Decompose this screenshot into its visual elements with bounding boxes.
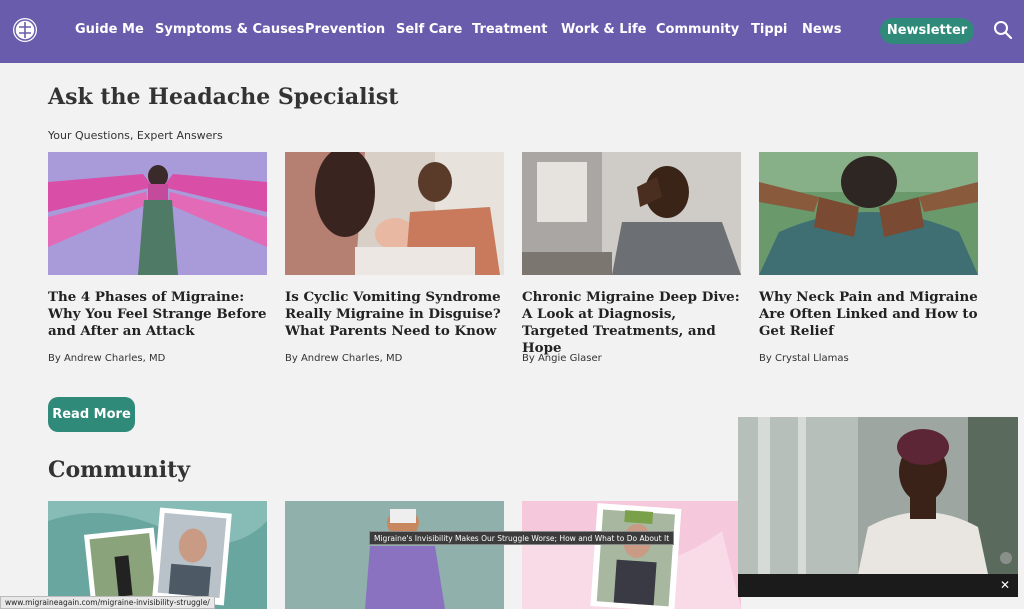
newsletter-button[interactable]: Newsletter xyxy=(880,18,974,44)
section-subtitle: Your Questions, Expert Answers xyxy=(48,129,223,142)
nav-item-tippi[interactable]: Tippi xyxy=(751,22,787,37)
card-title-migraine-phases[interactable]: The 4 Phases of Migraine: Why You Feel S… xyxy=(48,289,270,340)
floating-video-player[interactable]: ✕ xyxy=(738,417,1018,597)
nav-item-community[interactable]: Community xyxy=(656,22,739,37)
nav-item-guide-me[interactable]: Guide Me xyxy=(75,22,144,37)
link-tooltip: Migraine's Invisibility Makes Our Strugg… xyxy=(369,531,675,545)
read-more-button[interactable]: Read More xyxy=(48,397,135,432)
card-author: By Crystal Llamas xyxy=(759,353,849,364)
section-heading-community: Community xyxy=(48,457,191,483)
section-heading-specialist: Ask the Headache Specialist xyxy=(48,84,399,110)
card-image-neck-pain[interactable] xyxy=(759,152,978,275)
card-image-chronic-migraine[interactable] xyxy=(522,152,741,275)
site-logo-icon[interactable] xyxy=(13,18,37,42)
nav-item-work-life[interactable]: Work & Life xyxy=(561,22,646,37)
top-navigation-bar: Guide Me Symptoms & Causes Prevention Se… xyxy=(0,0,1024,63)
community-card-image-3[interactable] xyxy=(522,501,741,609)
browser-status-url: www.migraineagain.com/migraine-invisibil… xyxy=(0,596,215,609)
nav-item-self-care[interactable]: Self Care xyxy=(396,22,462,37)
community-card-image-1[interactable] xyxy=(48,501,267,609)
close-icon[interactable]: ✕ xyxy=(998,578,1012,592)
video-frame[interactable] xyxy=(738,417,1018,574)
card-author: By Andrew Charles, MD xyxy=(48,353,166,364)
card-title-neck-pain[interactable]: Why Neck Pain and Migraine Are Often Lin… xyxy=(759,289,981,340)
card-author: By Angie Glaser xyxy=(522,353,602,364)
search-icon[interactable] xyxy=(993,20,1013,40)
card-image-migraine-phases[interactable] xyxy=(48,152,267,275)
nav-item-news[interactable]: News xyxy=(802,22,841,37)
card-image-cyclic-vomiting[interactable] xyxy=(285,152,504,275)
community-card-image-2[interactable] xyxy=(285,501,504,609)
nav-item-symptoms-causes[interactable]: Symptoms & Causes xyxy=(155,22,304,37)
card-author: By Andrew Charles, MD xyxy=(285,353,403,364)
card-title-chronic-migraine[interactable]: Chronic Migraine Deep Dive: A Look at Di… xyxy=(522,289,744,357)
nav-item-prevention[interactable]: Prevention xyxy=(305,22,385,37)
nav-item-treatment[interactable]: Treatment xyxy=(472,22,548,37)
card-title-cyclic-vomiting[interactable]: Is Cyclic Vomiting Syndrome Really Migra… xyxy=(285,289,507,340)
video-control-bar xyxy=(738,574,1018,597)
